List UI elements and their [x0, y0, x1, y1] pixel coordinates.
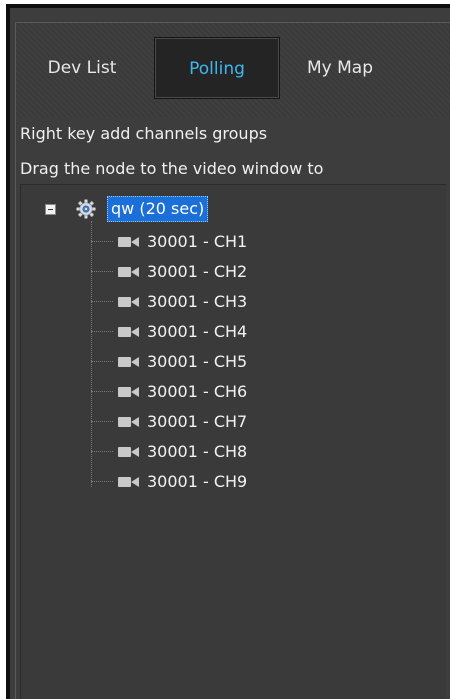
channel-node[interactable]: 30001 - CH6 [91, 377, 391, 407]
tab-my-map[interactable]: My Map [288, 37, 392, 99]
channel-label: 30001 - CH7 [147, 412, 248, 431]
tab-polling[interactable]: Polling [154, 37, 280, 99]
gear-icon [76, 199, 96, 219]
tree-connector-branch [91, 421, 113, 422]
tree-connector-branch [91, 331, 113, 332]
tree-connector-branch [91, 481, 113, 482]
tree-connector-branch [91, 391, 113, 392]
channel-node[interactable]: 30001 - CH3 [91, 287, 391, 317]
channel-label: 30001 - CH5 [147, 352, 248, 371]
camera-icon [118, 417, 139, 427]
camera-icon [118, 477, 139, 487]
channel-node[interactable]: 30001 - CH1 [91, 227, 391, 257]
tree-connector-branch [91, 361, 113, 362]
channel-node[interactable]: 30001 - CH9 [91, 467, 391, 497]
camera-icon [118, 327, 139, 337]
hint-text-add-groups: Right key add channels groups [20, 124, 268, 143]
channel-label: 30001 - CH3 [147, 292, 248, 311]
camera-icon [118, 237, 139, 247]
tab-dev-list[interactable]: Dev List [30, 37, 134, 99]
camera-icon [118, 447, 139, 457]
polling-panel-window: Dev List Polling My Map Right key add ch… [6, 4, 450, 699]
camera-icon [118, 297, 139, 307]
app-frame: Dev List Polling My Map Right key add ch… [0, 0, 450, 699]
tree-connector-branch [91, 241, 113, 242]
channel-node[interactable]: 30001 - CH5 [91, 347, 391, 377]
tab-bar: Dev List Polling My Map [16, 23, 450, 117]
polling-tree[interactable]: qw (20 sec) 30001 - CH1 30001 - CH2 30001 … [20, 184, 446, 699]
camera-icon [118, 357, 139, 367]
camera-icon [118, 387, 139, 397]
channel-label: 30001 - CH6 [147, 382, 248, 401]
camera-icon [118, 267, 139, 277]
panel-content: Dev List Polling My Map Right key add ch… [15, 22, 450, 699]
channel-label: 30001 - CH8 [147, 442, 248, 461]
hint-text-drag-node: Drag the node to the video window to [20, 159, 324, 178]
channel-label: 30001 - CH4 [147, 322, 248, 341]
group-node-label[interactable]: qw (20 sec) [107, 196, 209, 222]
channel-node[interactable]: 30001 - CH8 [91, 437, 391, 467]
channel-node[interactable]: 30001 - CH4 [91, 317, 391, 347]
tree-connector-branch [91, 451, 113, 452]
channel-label: 30001 - CH1 [147, 232, 248, 251]
tree-connector-branch [91, 271, 113, 272]
channel-label: 30001 - CH9 [147, 472, 248, 491]
channel-label: 30001 - CH2 [147, 262, 248, 281]
channel-node[interactable]: 30001 - CH2 [91, 257, 391, 287]
tree-connector-branch [91, 301, 113, 302]
channel-node[interactable]: 30001 - CH7 [91, 407, 391, 437]
collapse-toggle-icon[interactable] [45, 204, 56, 215]
